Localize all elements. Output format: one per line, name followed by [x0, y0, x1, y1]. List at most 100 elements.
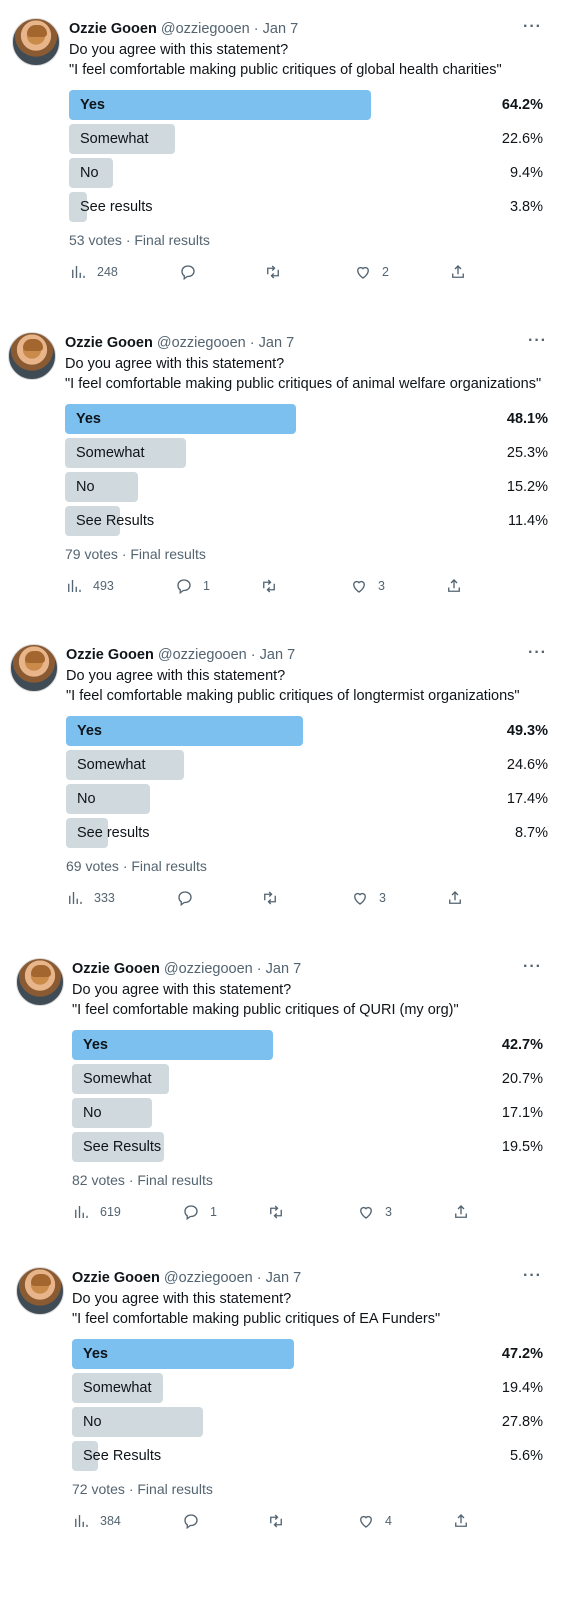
reply-button[interactable]: [182, 1511, 210, 1531]
reply-button[interactable]: [176, 888, 204, 908]
more-options-icon[interactable]: ···: [523, 958, 542, 976]
like-count: 3: [385, 1205, 392, 1219]
author-name[interactable]: Ozzie Gooen: [72, 961, 160, 977]
share-button[interactable]: [446, 888, 464, 908]
avatar[interactable]: [16, 1267, 64, 1315]
like-button[interactable]: 2: [354, 262, 389, 282]
poll-option-percent: 9.4%: [509, 165, 543, 181]
poll-option-label: Yes: [76, 411, 101, 427]
heart-icon: [351, 889, 369, 907]
heart-icon: [354, 263, 372, 281]
retweet-button[interactable]: [264, 262, 292, 282]
author-name[interactable]: Ozzie Gooen: [66, 647, 154, 663]
poll-option-label: Yes: [80, 97, 105, 113]
author-handle[interactable]: @ozziegooen: [164, 961, 253, 977]
tweet-actions: 384 4: [72, 1511, 492, 1531]
tweet[interactable]: Ozzie Gooen @ozziegooen · Jan 7 ··· Do you…: [0, 958, 588, 1258]
share-icon: [445, 577, 463, 595]
poll-option-percent: 15.2%: [506, 479, 548, 495]
author-handle[interactable]: @ozziegooen: [157, 335, 246, 351]
tweet-date[interactable]: Jan 7: [266, 1270, 301, 1286]
reply-button[interactable]: 1: [182, 1202, 217, 1222]
like-button[interactable]: 3: [357, 1202, 392, 1222]
more-options-icon[interactable]: ···: [523, 1267, 542, 1285]
separator-dot: ·: [249, 335, 255, 351]
tweet[interactable]: Ozzie Gooen @ozziegooen · Jan 7 ··· Do you…: [0, 332, 588, 632]
tweet-text-line: "I feel comfortable making public critiq…: [69, 62, 502, 78]
bar-chart-icon: [69, 263, 87, 281]
heart-icon: [357, 1512, 375, 1530]
tweet-date[interactable]: Jan 7: [266, 961, 301, 977]
reply-button[interactable]: [179, 262, 207, 282]
more-options-icon[interactable]: ···: [528, 644, 547, 662]
reply-button[interactable]: 1: [175, 576, 210, 596]
reply-icon: [176, 889, 194, 907]
author-name[interactable]: Ozzie Gooen: [72, 1270, 160, 1286]
poll-option-percent: 27.8%: [501, 1414, 543, 1430]
author-handle[interactable]: @ozziegooen: [158, 647, 247, 663]
poll-option-percent: 20.7%: [501, 1071, 543, 1087]
tweet[interactable]: Ozzie Gooen @ozziegooen · Jan 7 ··· Do you…: [0, 18, 588, 318]
share-button[interactable]: [445, 576, 463, 596]
author-name[interactable]: Ozzie Gooen: [65, 335, 153, 351]
views-button[interactable]: 493: [65, 576, 114, 596]
tweet[interactable]: Ozzie Gooen @ozziegooen · Jan 7 ··· Do you…: [0, 1267, 588, 1567]
share-icon: [452, 1203, 470, 1221]
poll-option-percent: 5.6%: [509, 1448, 543, 1464]
poll-option-label: Somewhat: [80, 131, 149, 147]
more-options-icon[interactable]: ···: [528, 332, 547, 350]
like-button[interactable]: 3: [351, 888, 386, 908]
share-button[interactable]: [449, 262, 467, 282]
retweet-icon: [267, 1512, 285, 1530]
poll-vote-count: 69 votes · Final results: [66, 858, 207, 874]
author-handle[interactable]: @ozziegooen: [164, 1270, 253, 1286]
retweet-button[interactable]: [267, 1511, 295, 1531]
share-button[interactable]: [452, 1202, 470, 1222]
like-button[interactable]: 4: [357, 1511, 392, 1531]
retweet-button[interactable]: [260, 576, 288, 596]
separator-dot: ·: [253, 21, 259, 37]
tweet-actions: 619 1 3: [72, 1202, 492, 1222]
poll-option-bar: [69, 90, 371, 120]
tweet-text-line: Do you agree with this statement?: [72, 1291, 292, 1307]
author-name[interactable]: Ozzie Gooen: [69, 21, 157, 37]
like-count: 3: [378, 579, 385, 593]
retweet-icon: [267, 1203, 285, 1221]
reply-icon: [175, 577, 193, 595]
poll-option-label: Somewhat: [77, 757, 146, 773]
views-count: 248: [97, 265, 118, 279]
poll-option-label: See results: [77, 825, 150, 841]
poll-option-percent: 17.4%: [506, 791, 548, 807]
views-button[interactable]: 619: [72, 1202, 121, 1222]
share-button[interactable]: [452, 1511, 470, 1531]
tweet-actions: 333 3: [66, 888, 486, 908]
views-count: 619: [100, 1205, 121, 1219]
tweet-text-line: "I feel comfortable making public critiq…: [65, 376, 542, 392]
poll-option-label: See Results: [76, 513, 155, 529]
tweet-date[interactable]: Jan 7: [259, 335, 294, 351]
views-button[interactable]: 248: [69, 262, 118, 282]
like-button[interactable]: 3: [350, 576, 385, 596]
avatar[interactable]: [12, 18, 60, 66]
retweet-button[interactable]: [261, 888, 289, 908]
tweet-date[interactable]: Jan 7: [263, 21, 298, 37]
tweet-header: Ozzie Gooen @ozziegooen · Jan 7: [66, 647, 295, 665]
poll-vote-count: 72 votes · Final results: [72, 1481, 213, 1497]
avatar[interactable]: [10, 644, 58, 692]
poll-option-label: No: [83, 1105, 102, 1121]
views-button[interactable]: 333: [66, 888, 115, 908]
more-options-icon[interactable]: ···: [523, 18, 542, 36]
avatar[interactable]: [16, 958, 64, 1006]
retweet-icon: [261, 889, 279, 907]
tweet-actions: 493 1 3: [65, 576, 485, 596]
tweet-date[interactable]: Jan 7: [260, 647, 295, 663]
like-count: 3: [379, 891, 386, 905]
tweet-header: Ozzie Gooen @ozziegooen · Jan 7: [69, 21, 298, 39]
poll-option-label: Somewhat: [83, 1071, 152, 1087]
retweet-button[interactable]: [267, 1202, 295, 1222]
tweet[interactable]: Ozzie Gooen @ozziegooen · Jan 7 ··· Do you…: [0, 644, 588, 944]
author-handle[interactable]: @ozziegooen: [161, 21, 250, 37]
poll-option-percent: 24.6%: [506, 757, 548, 773]
views-button[interactable]: 384: [72, 1511, 121, 1531]
avatar[interactable]: [8, 332, 56, 380]
